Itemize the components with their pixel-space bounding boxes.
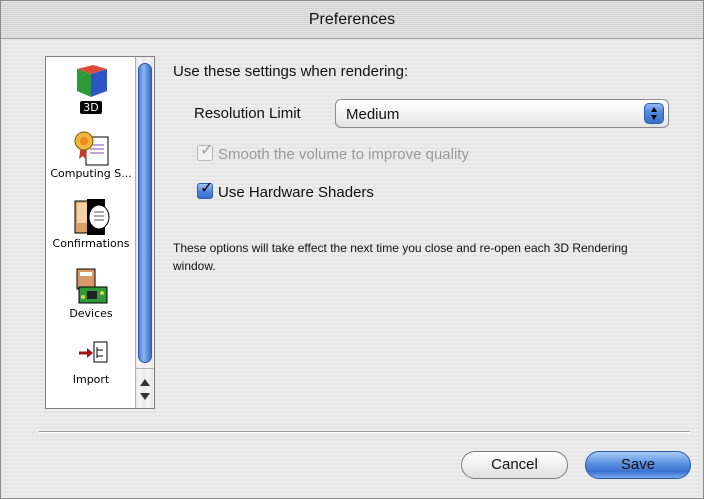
preferences-window: Preferences 3D Computing S... Confirmati… <box>0 0 704 499</box>
sidebar-item-confirmations[interactable]: Confirmations <box>46 197 136 250</box>
resolution-limit-value: Medium <box>346 106 400 123</box>
sidebar-item-label: Computing S... <box>50 167 132 180</box>
cancel-button[interactable]: Cancel <box>461 451 568 479</box>
sidebar-item-computing-settings[interactable]: Computing S... <box>46 129 136 180</box>
scroll-thumb[interactable] <box>138 63 152 363</box>
title-bar[interactable]: Preferences <box>1 1 703 39</box>
scroll-up-arrow-icon[interactable] <box>140 379 150 386</box>
hardware-shaders-option[interactable]: ✓ Use Hardware Shaders <box>197 181 374 201</box>
sidebar-item-label: Import <box>72 373 110 386</box>
sidebar-item-label: Devices <box>69 307 113 320</box>
sidebar-item-3d[interactable]: 3D <box>46 61 136 119</box>
resolution-limit-label: Resolution Limit <box>194 105 301 122</box>
settings-heading: Use these settings when rendering: <box>173 63 409 80</box>
smooth-volume-option: ✓ Smooth the volume to improve quality <box>197 143 469 163</box>
resolution-limit-popup[interactable]: Medium <box>335 99 669 128</box>
divider <box>39 431 690 433</box>
scroll-down-arrow-icon[interactable] <box>140 393 150 400</box>
sidebar-item-label: 3D <box>80 101 102 114</box>
circuit-board-icon <box>76 268 108 304</box>
award-ribbon-icon <box>74 131 109 166</box>
hardware-shaders-checkbox[interactable]: ✓ <box>197 181 213 199</box>
scroll-arrow-buttons <box>136 368 154 408</box>
sidebar-item-label: Confirmations <box>52 237 130 250</box>
speech-balloon-icon <box>74 199 110 235</box>
info-note: These options will take effect the next … <box>173 241 628 273</box>
smooth-volume-label: Smooth the volume to improve quality <box>218 146 469 163</box>
sidebar-item-devices[interactable]: Devices <box>46 267 136 320</box>
sidebar-scrollbar[interactable] <box>135 57 154 408</box>
popup-stepper-icon <box>644 103 664 124</box>
window-title: Preferences <box>308 11 396 28</box>
hardware-shaders-label: Use Hardware Shaders <box>218 184 374 201</box>
preferences-category-list[interactable]: 3D Computing S... Confirmations Devices … <box>45 56 155 409</box>
save-button[interactable]: Save <box>585 451 691 479</box>
smooth-volume-checkbox: ✓ <box>197 143 213 161</box>
sidebar-item-import[interactable]: Import <box>46 339 136 386</box>
import-arrow-icon <box>79 341 108 363</box>
3d-cube-icon <box>77 65 107 97</box>
